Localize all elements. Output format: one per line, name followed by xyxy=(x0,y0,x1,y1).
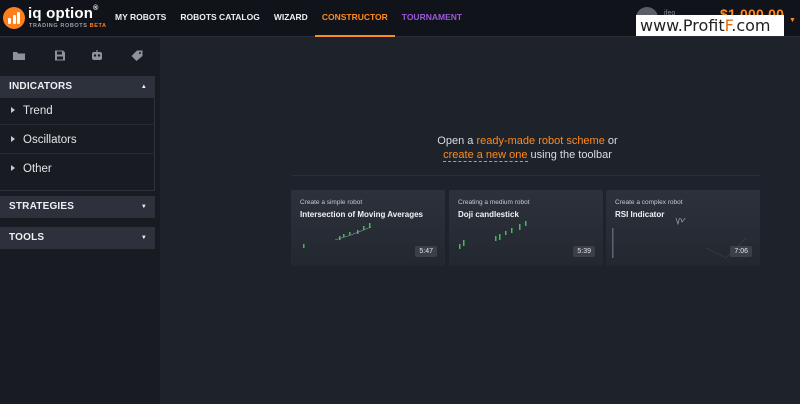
logo-title: iq option® xyxy=(28,5,99,22)
tutorial-card-simple[interactable]: Create a simple robot Intersection of Mo… xyxy=(291,190,445,266)
section-strategies[interactable]: STRATEGIES ▼ xyxy=(0,196,155,218)
card-subtitle: Create a simple robot xyxy=(300,199,363,206)
logo[interactable]: iq option® TRADING ROBOTS BETA xyxy=(3,5,107,33)
chevron-down-icon[interactable]: ▼ xyxy=(141,227,147,249)
nav-tournament[interactable]: TOURNAMENT xyxy=(395,0,469,37)
chart-thumbnail xyxy=(459,221,527,249)
section-indicators[interactable]: INDICATORS ▲ xyxy=(0,76,155,98)
card-subtitle: Create a complex robot xyxy=(615,199,683,206)
empty-state-hint: Open a ready-made robot scheme or create… xyxy=(437,135,618,162)
nav-robots-catalog[interactable]: ROBOTS CATALOG xyxy=(173,0,266,37)
nav-constructor[interactable]: CONSTRUCTOR xyxy=(314,0,395,37)
caret-right-icon xyxy=(11,165,15,171)
create-new-link[interactable]: create a new one xyxy=(443,149,528,162)
divider xyxy=(292,175,760,176)
card-title: RSI Indicator xyxy=(615,210,665,219)
nav-my-robots[interactable]: MY ROBOTS xyxy=(108,0,173,37)
folder-icon[interactable] xyxy=(13,50,25,61)
video-duration: 5:39 xyxy=(573,246,595,257)
sidebar-toolbar xyxy=(0,46,160,66)
chevron-down-icon[interactable]: ▼ xyxy=(789,17,796,24)
indicator-item-trend[interactable]: Trend xyxy=(0,97,154,125)
logo-subtitle: TRADING ROBOTS BETA xyxy=(29,23,107,29)
watermark: www.ProfitF.com xyxy=(636,15,784,36)
tutorial-card-medium[interactable]: Creating a medium robot Doji candlestick… xyxy=(449,190,603,266)
chevron-down-icon[interactable]: ▼ xyxy=(141,196,147,218)
tag-icon[interactable] xyxy=(131,50,143,61)
sidebar: INDICATORS ▲ Trend Oscillators Other STR… xyxy=(0,38,160,404)
chevron-up-icon[interactable]: ▲ xyxy=(141,76,147,98)
video-duration: 7:06 xyxy=(730,246,752,257)
chart-thumbnail xyxy=(303,223,372,248)
robot-icon[interactable] xyxy=(91,50,103,61)
video-duration: 5:47 xyxy=(415,246,437,257)
nav-wizard[interactable]: WIZARD xyxy=(267,0,315,37)
main-nav: MY ROBOTS ROBOTS CATALOG WIZARD CONSTRUC… xyxy=(108,0,469,37)
card-title: Doji candlestick xyxy=(458,210,519,219)
card-subtitle: Creating a medium robot xyxy=(458,199,530,206)
tutorial-card-complex[interactable]: Create a complex robot RSI Indicator 7:0… xyxy=(606,190,760,266)
logo-mark-icon xyxy=(3,7,25,29)
section-tools[interactable]: TOOLS ▼ xyxy=(0,227,155,249)
beta-badge: BETA xyxy=(89,23,107,29)
top-bar: iq option® TRADING ROBOTS BETA MY ROBOTS… xyxy=(0,0,800,37)
save-icon[interactable] xyxy=(54,50,66,61)
card-title: Intersection of Moving Averages xyxy=(300,210,423,219)
caret-right-icon xyxy=(11,107,15,113)
chart-thumbnail xyxy=(612,218,747,259)
ready-made-scheme-link[interactable]: ready-made robot scheme xyxy=(476,135,604,147)
